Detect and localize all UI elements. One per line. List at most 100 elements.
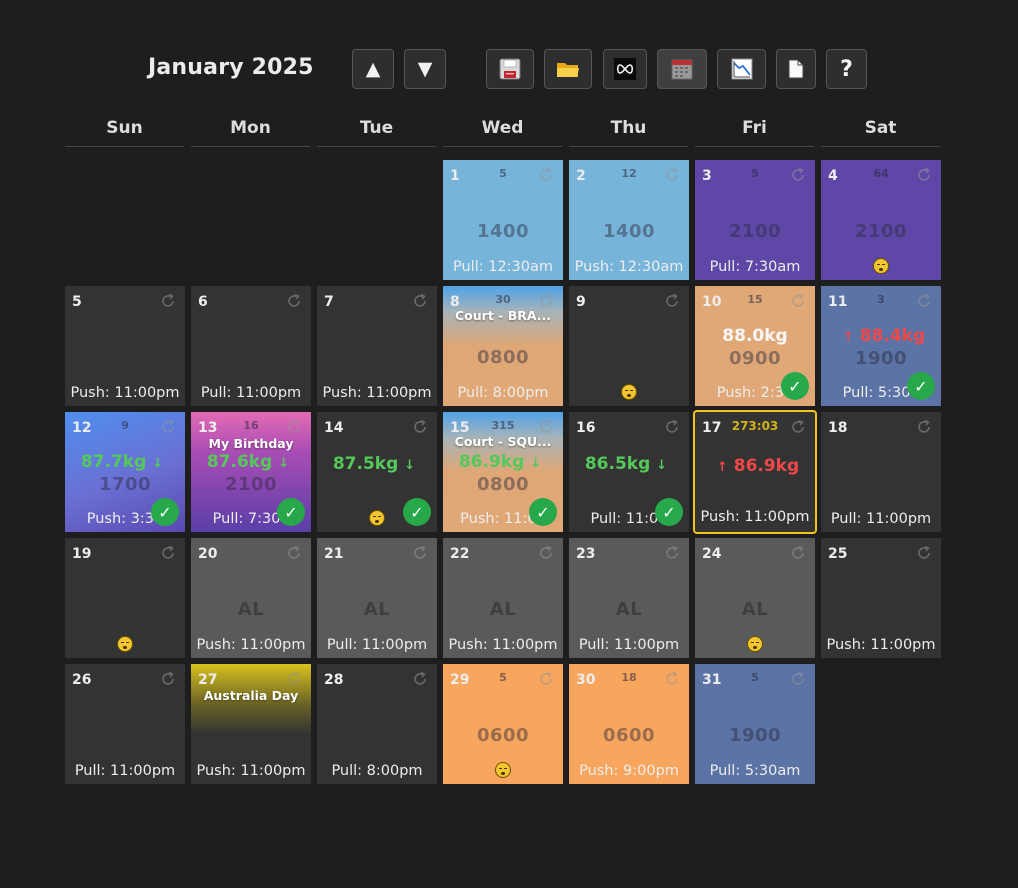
refresh-icon[interactable] — [663, 292, 681, 310]
workout-time: Pull: 11:00pm — [200, 385, 302, 401]
day-value: 0900 — [728, 348, 782, 369]
day-cell[interactable]: 7 Push: 11:00pm — [317, 286, 437, 406]
help-button[interactable]: ? — [826, 49, 867, 89]
day-cell[interactable]: 29 5 0600 — [443, 664, 563, 784]
workout-time: Push: 11:00pm — [196, 637, 306, 653]
sleepy-face-icon — [117, 636, 133, 652]
check-icon[interactable]: ✓ — [529, 498, 557, 526]
weekday-tue: Tue — [317, 118, 436, 147]
weight-down-arrow-icon: ↓ — [278, 456, 290, 471]
open-button[interactable] — [544, 49, 592, 89]
day-cell[interactable]: 13 16 My Birthday 87.6kg ↓ 2100 Pull: 7:30a ✓ — [191, 412, 311, 532]
sleepy-face-mouth — [879, 268, 883, 271]
day-value: AL — [741, 599, 769, 620]
day-cell[interactable]: 24 AL — [695, 538, 815, 658]
refresh-icon[interactable] — [159, 670, 177, 688]
refresh-icon[interactable] — [159, 292, 177, 310]
day-cell[interactable]: 26 Pull: 11:00pm — [65, 664, 185, 784]
day-cell[interactable]: 25 Push: 11:00pm — [821, 538, 941, 658]
weight-readout: 86.9kg ↓ — [443, 452, 563, 472]
day-value: 0600 — [602, 725, 656, 746]
refresh-icon[interactable] — [411, 670, 429, 688]
save-button[interactable] — [486, 49, 534, 89]
refresh-icon[interactable] — [285, 670, 303, 688]
refresh-icon[interactable] — [915, 418, 933, 436]
prev-month-button[interactable]: ▲ — [352, 49, 394, 89]
day-cell[interactable]: 23 AL Pull: 11:00pm — [569, 538, 689, 658]
day-cell[interactable]: 15 315 Court - SQU... 86.9kg ↓ 0800 Push: 11:0… — [443, 412, 563, 532]
weight-readout: 87.7kg ↓ — [65, 452, 185, 472]
day-cell[interactable]: 16 86.5kg ↓ Pull: 11:00 ✓ — [569, 412, 689, 532]
workout-time: Pull: 11:00pm — [74, 763, 176, 779]
refresh-icon[interactable] — [663, 670, 681, 688]
refresh-icon[interactable] — [663, 544, 681, 562]
day-cell[interactable]: 10 15 88.0kg 0900 Push: 2:30 ✓ — [695, 286, 815, 406]
day-cell[interactable]: 1 5 1400 Pull: 12:30am — [443, 160, 563, 280]
day-cell[interactable]: 19 — [65, 538, 185, 658]
day-cell[interactable]: 11 3 ↑ 88.4kg 1900 Pull: 5:30a ✓ — [821, 286, 941, 406]
refresh-icon[interactable] — [789, 670, 807, 688]
chart-icon — [731, 58, 752, 80]
refresh-icon[interactable] — [411, 292, 429, 310]
refresh-icon[interactable] — [285, 418, 303, 436]
calendar-icon — [671, 59, 693, 80]
refresh-icon[interactable] — [411, 418, 429, 436]
day-cell[interactable]: 22 AL Push: 11:00pm — [443, 538, 563, 658]
infinity-icon — [614, 58, 636, 80]
check-icon[interactable]: ✓ — [277, 498, 305, 526]
weekday-mon: Mon — [191, 118, 310, 147]
weekday-fri: Fri — [695, 118, 814, 147]
day-cell[interactable]: 17 273:03 ↑ 86.9kg Push: 11:00pm — [693, 410, 817, 534]
refresh-icon[interactable] — [915, 166, 933, 184]
day-cell[interactable]: 3 5 2100 Pull: 7:30am — [695, 160, 815, 280]
floppy-disk-icon — [499, 58, 521, 80]
check-icon[interactable]: ✓ — [151, 498, 179, 526]
document-button[interactable] — [776, 49, 816, 89]
calendar-view-button[interactable] — [657, 49, 707, 89]
day-cell[interactable]: 20 AL Push: 11:00pm — [191, 538, 311, 658]
day-cell[interactable]: 6 Pull: 11:00pm — [191, 286, 311, 406]
day-cell[interactable]: 21 AL Pull: 11:00pm — [317, 538, 437, 658]
refresh-icon[interactable] — [159, 418, 177, 436]
day-event-title: My Birthday — [208, 436, 294, 451]
refresh-icon[interactable] — [285, 292, 303, 310]
next-month-button[interactable]: ▼ — [404, 49, 446, 89]
day-cell[interactable]: 14 87.5kg ↓ ✓ — [317, 412, 437, 532]
day-cell[interactable]: 18 Pull: 11:00pm — [821, 412, 941, 532]
folder-icon — [557, 63, 579, 77]
refresh-icon[interactable] — [915, 544, 933, 562]
day-cell[interactable]: 12 9 87.7kg ↓ 1700 Push: 3:30 ✓ — [65, 412, 185, 532]
day-number: 26 — [72, 672, 92, 688]
day-cell[interactable]: 8 30 Court - BRA... 0800 Pull: 8:00pm — [443, 286, 563, 406]
sleepy-face-icon — [369, 510, 385, 526]
workout-time: Pull: 11:00pm — [326, 637, 428, 653]
refresh-icon[interactable] — [789, 544, 807, 562]
refresh-icon[interactable] — [285, 544, 303, 562]
refresh-icon[interactable] — [537, 544, 555, 562]
refresh-icon[interactable] — [789, 418, 807, 436]
refresh-icon[interactable] — [537, 166, 555, 184]
link-button[interactable] — [603, 49, 647, 89]
day-cell[interactable]: 5 Push: 11:00pm — [65, 286, 185, 406]
check-icon[interactable]: ✓ — [403, 498, 431, 526]
check-icon[interactable]: ✓ — [655, 498, 683, 526]
day-cell[interactable]: 27 Australia Day Push: 11:00pm — [191, 664, 311, 784]
day-cell[interactable]: 9 — [569, 286, 689, 406]
refresh-icon[interactable] — [663, 418, 681, 436]
day-cell[interactable]: 28 Pull: 8:00pm — [317, 664, 437, 784]
check-icon[interactable]: ✓ — [907, 372, 935, 400]
refresh-icon[interactable] — [789, 166, 807, 184]
check-icon[interactable]: ✓ — [781, 372, 809, 400]
chart-button[interactable] — [717, 49, 766, 89]
day-cell[interactable]: 31 5 1900 Pull: 5:30am — [695, 664, 815, 784]
day-value: 0800 — [476, 474, 530, 495]
day-cell[interactable]: 4 64 2100 — [821, 160, 941, 280]
refresh-icon[interactable] — [789, 292, 807, 310]
day-cell[interactable]: 2 12 1400 Push: 12:30am — [569, 160, 689, 280]
refresh-icon[interactable] — [537, 670, 555, 688]
refresh-icon[interactable] — [159, 544, 177, 562]
refresh-icon[interactable] — [915, 292, 933, 310]
day-cell[interactable]: 30 18 0600 Push: 9:00pm — [569, 664, 689, 784]
refresh-icon[interactable] — [663, 166, 681, 184]
refresh-icon[interactable] — [411, 544, 429, 562]
